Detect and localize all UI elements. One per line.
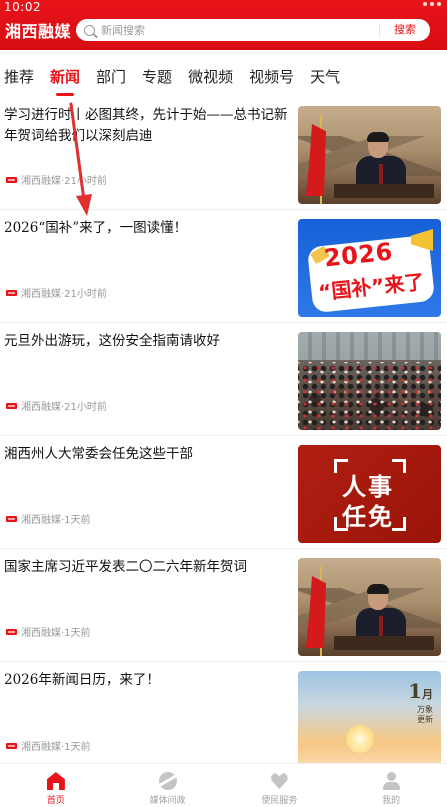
news-title[interactable]: 2026“国补”来了，一图读懂！	[4, 218, 292, 239]
news-title[interactable]: 学习进行时丨必图其终，先计于始——总书记新年贺词给我们以深刻启迪	[4, 105, 292, 147]
tab-departments[interactable]: 部门	[96, 66, 126, 87]
tab-video-channel[interactable]: 视频号	[249, 66, 294, 87]
news-time: ·21小时前	[61, 402, 107, 413]
app-header: 10:02 湘西融媒 新闻搜索 搜索	[0, 0, 447, 50]
news-thumbnail[interactable]	[298, 558, 441, 656]
news-source: 湘西融媒	[21, 628, 61, 639]
search-button[interactable]: 搜索	[379, 23, 430, 37]
news-thumbnail[interactable]: 1月 万象 更新	[298, 671, 441, 769]
news-time: ·21小时前	[61, 176, 107, 187]
bottom-nav: 首页 媒体问政 便民服务 我的	[0, 763, 447, 807]
news-source: 湘西融媒	[21, 742, 61, 753]
news-meta: 湘西融媒 ·21小时前	[6, 285, 107, 300]
source-logo-icon	[6, 515, 17, 522]
news-item[interactable]: 元旦外出游玩，这份安全指南请收好 湘西融媒 ·21小时前	[0, 323, 447, 436]
source-logo-icon	[6, 628, 17, 635]
category-tabs: 推荐 新闻 部门 专题 微视频 视频号 天气	[0, 58, 447, 94]
news-meta: 湘西融媒 ·1天前	[6, 738, 91, 753]
status-indicators	[423, 2, 441, 6]
user-icon	[382, 772, 401, 790]
tab-topics[interactable]: 专题	[142, 66, 172, 87]
news-item[interactable]: 2026年新闻日历，来了！ 湘西融媒 ·1天前 1月 万象 更新	[0, 662, 447, 775]
status-time: 10:02	[4, 0, 42, 14]
app-brand: 湘西融媒	[5, 22, 72, 41]
nav-label: 媒体问政	[149, 796, 186, 806]
nav-home[interactable]: 首页	[0, 764, 112, 807]
news-time: ·1天前	[61, 515, 91, 526]
news-meta: 湘西融媒 ·1天前	[6, 511, 91, 526]
news-thumbnail[interactable]	[298, 332, 441, 430]
news-source: 湘西融媒	[21, 176, 61, 187]
nav-label: 我的	[382, 796, 401, 806]
news-time: ·21小时前	[61, 289, 107, 300]
source-logo-icon	[6, 402, 17, 409]
home-icon	[46, 772, 65, 790]
news-source: 湘西融媒	[21, 515, 61, 526]
source-logo-icon	[6, 176, 17, 183]
nav-profile[interactable]: 我的	[335, 764, 447, 807]
news-time: ·1天前	[61, 628, 91, 639]
news-meta: 湘西融媒 ·21小时前	[6, 172, 107, 187]
nav-label: 便民服务	[261, 796, 298, 806]
news-list: 学习进行时丨必图其终，先计于始——总书记新年贺词给我们以深刻启迪 湘西融媒 ·2…	[0, 97, 447, 775]
nav-media-inquiry[interactable]: 媒体问政	[112, 764, 224, 807]
thumbnail-month: 1月	[408, 679, 433, 703]
news-item[interactable]: 国家主席习近平发表二〇二六年新年贺词 湘西融媒 ·1天前	[0, 549, 447, 662]
media-icon	[158, 772, 177, 790]
tab-recommend[interactable]: 推荐	[4, 66, 34, 87]
source-logo-icon	[6, 742, 17, 749]
thumbnail-text: 万象 更新	[417, 705, 433, 724]
news-title[interactable]: 2026年新闻日历，来了！	[4, 670, 292, 691]
news-source: 湘西融媒	[21, 402, 61, 413]
news-meta: 湘西融媒 ·21小时前	[6, 398, 107, 413]
nav-services[interactable]: 便民服务	[224, 764, 336, 807]
news-thumbnail[interactable]: 人事 任免	[298, 445, 441, 543]
tab-news[interactable]: 新闻	[50, 66, 80, 87]
source-logo-icon	[6, 289, 17, 296]
heart-icon	[271, 772, 288, 790]
search-input[interactable]: 新闻搜索	[101, 22, 379, 38]
news-title[interactable]: 国家主席习近平发表二〇二六年新年贺词	[4, 557, 292, 578]
news-source: 湘西融媒	[21, 289, 61, 300]
nav-label: 首页	[46, 796, 65, 806]
news-thumbnail[interactable]: 2026 “国补”来了	[298, 219, 441, 317]
tab-micro-video[interactable]: 微视频	[188, 66, 233, 87]
news-item[interactable]: 湘西州人大常委会任免这些干部 湘西融媒 ·1天前 人事 任免	[0, 436, 447, 549]
news-item[interactable]: 2026“国补”来了，一图读懂！ 湘西融媒 ·21小时前 2026 “国补”来了	[0, 210, 447, 323]
search-bar[interactable]: 新闻搜索 搜索	[76, 19, 430, 41]
news-title[interactable]: 湘西州人大常委会任免这些干部	[4, 444, 292, 465]
news-title[interactable]: 元旦外出游玩，这份安全指南请收好	[4, 331, 292, 352]
thumbnail-text: 任免	[342, 503, 394, 531]
news-thumbnail[interactable]	[298, 106, 441, 204]
news-time: ·1天前	[61, 742, 91, 753]
news-item[interactable]: 学习进行时丨必图其终，先计于始——总书记新年贺词给我们以深刻启迪 湘西融媒 ·2…	[0, 97, 447, 210]
news-meta: 湘西融媒 ·1天前	[6, 624, 91, 639]
tab-weather[interactable]: 天气	[310, 66, 340, 87]
search-icon	[84, 24, 95, 36]
